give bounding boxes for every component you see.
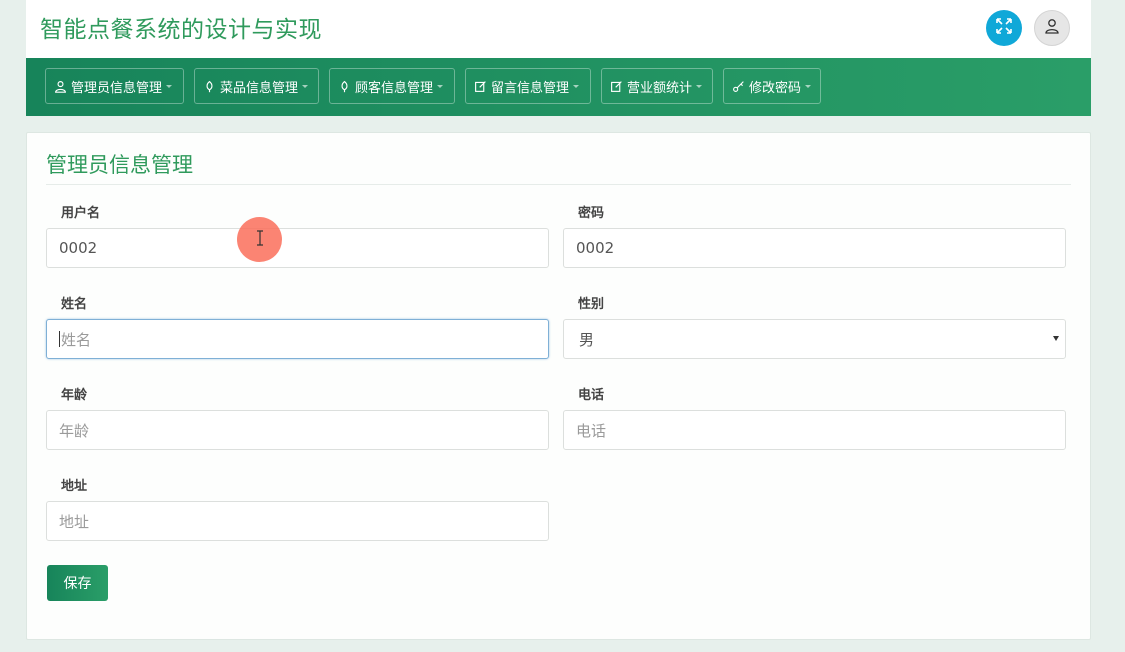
address-placeholder: 地址	[59, 512, 90, 531]
nav-dish-info[interactable]: 菜品信息管理	[194, 68, 319, 104]
age-label: 年龄	[61, 388, 88, 403]
chevron-down-icon	[1053, 336, 1059, 341]
fullscreen-button[interactable]	[986, 10, 1022, 46]
nav-label: 菜品信息管理	[220, 80, 299, 96]
key-icon	[732, 80, 745, 93]
age-field[interactable]: 年龄	[46, 410, 549, 450]
address-label: 地址	[61, 479, 88, 494]
gender-value: 男	[579, 330, 595, 349]
nav-admin-info[interactable]: 管理员信息管理	[45, 68, 184, 104]
nav-label: 管理员信息管理	[71, 80, 163, 96]
chevron-down-icon	[696, 84, 703, 88]
nav-label: 修改密码	[749, 80, 802, 96]
gender-label: 性别	[578, 297, 605, 312]
chevron-down-icon	[573, 84, 580, 88]
page-title: 管理员信息管理	[46, 153, 193, 177]
nav-change-password[interactable]: 修改密码	[723, 68, 821, 104]
gender-select[interactable]: 男	[563, 319, 1066, 359]
nav-message-info[interactable]: 留言信息管理	[465, 68, 591, 104]
phone-field[interactable]: 电话	[563, 410, 1066, 450]
user-icon	[1044, 18, 1060, 38]
app-window: 智能点餐系统的设计与实现 管理员信息管理 菜品信息管理 顾客信息管理 留言信息管…	[26, 0, 1091, 652]
nav-revenue-stats[interactable]: 营业额统计	[601, 68, 713, 104]
password-label: 密码	[578, 206, 605, 221]
save-button[interactable]: 保存	[47, 565, 108, 601]
address-field[interactable]: 地址	[46, 501, 549, 541]
app-title: 智能点餐系统的设计与实现	[40, 17, 322, 43]
leaf-icon	[203, 80, 216, 93]
text-cursor-icon	[255, 229, 265, 250]
main-nav: 管理员信息管理 菜品信息管理 顾客信息管理 留言信息管理 营业额统计 修改密码	[26, 58, 1091, 116]
name-field[interactable]: 姓名	[46, 319, 549, 359]
top-bar: 智能点餐系统的设计与实现	[26, 0, 1091, 58]
mouse-cursor-indicator	[237, 217, 282, 262]
name-placeholder: 姓名	[61, 330, 92, 349]
phone-label: 电话	[578, 388, 605, 403]
age-placeholder: 年龄	[59, 421, 90, 440]
user-icon	[54, 80, 67, 93]
edit-icon	[610, 80, 623, 93]
chevron-down-icon	[437, 84, 444, 88]
form-card: 管理员信息管理 用户名 0002 密码 0002 姓名 姓名 性别 男 年龄 年…	[26, 132, 1091, 640]
edit-icon	[474, 80, 487, 93]
password-field[interactable]: 0002	[563, 228, 1066, 268]
fullscreen-icon	[995, 17, 1013, 39]
nav-label: 留言信息管理	[491, 80, 570, 96]
chevron-down-icon	[166, 84, 173, 88]
username-value: 0002	[59, 239, 98, 257]
nav-label: 营业额统计	[627, 80, 693, 96]
password-value: 0002	[576, 239, 615, 257]
text-cursor	[59, 331, 60, 347]
divider	[46, 184, 1071, 185]
nav-label: 顾客信息管理	[355, 80, 434, 96]
chevron-down-icon	[805, 84, 812, 88]
phone-placeholder: 电话	[576, 421, 607, 440]
chevron-down-icon	[302, 84, 309, 88]
name-label: 姓名	[61, 297, 88, 312]
username-label: 用户名	[61, 206, 101, 221]
nav-customer-info[interactable]: 顾客信息管理	[329, 68, 455, 104]
username-field[interactable]: 0002	[46, 228, 549, 268]
user-menu-button[interactable]	[1034, 10, 1070, 46]
leaf-icon	[338, 80, 351, 93]
